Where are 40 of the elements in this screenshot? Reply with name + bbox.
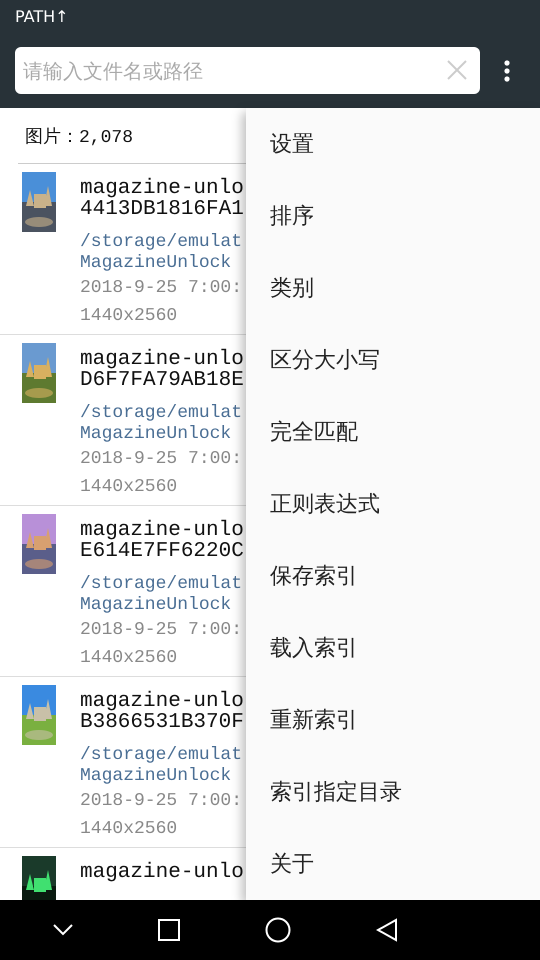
image-size: 1440x2560: [80, 305, 178, 328]
menu-item[interactable]: 正则表达式: [246, 468, 540, 540]
file-date: 2018-9-25 7:00:: [80, 277, 244, 300]
menu-item[interactable]: 关于: [246, 828, 540, 900]
file-name: magazine-unlo: [80, 862, 244, 883]
menu-item[interactable]: 保存索引: [246, 540, 540, 612]
image-size: 1440x2560: [80, 647, 178, 670]
menu-item[interactable]: 载入索引: [246, 612, 540, 684]
file-name: magazine-unlo 4413DB1816FA1: [80, 178, 244, 220]
menu-item[interactable]: 区分大小写: [246, 324, 540, 396]
file-date: 2018-9-25 7:00:: [80, 448, 244, 471]
file-row[interactable]: magazine-unlo 4413DB1816FA1 /storage/emulat MagazineUnlock 2018-9-25 7:00: 1440x2560: [0, 164, 246, 335]
menu-item[interactable]: 完全匹配: [246, 396, 540, 468]
app-title: PATH↑: [15, 6, 69, 28]
home-icon[interactable]: [264, 917, 290, 943]
menu-item[interactable]: 设置: [246, 108, 540, 180]
image-size: 1440x2560: [80, 476, 178, 499]
file-path: /storage/emulat MagazineUnlock: [80, 403, 244, 445]
file-path: /storage/emulat MagazineUnlock: [80, 745, 244, 787]
file-row[interactable]: magazine-unlo E614E7FF6220C /storage/emulat MagazineUnlock 2018-9-25 7:00: 1440x2560: [0, 506, 246, 677]
menu-item[interactable]: 类别: [246, 252, 540, 324]
square-icon[interactable]: [158, 919, 180, 941]
file-row[interactable]: magazine-unlo D6F7FA79AB18E /storage/emulat MagazineUnlock 2018-9-25 7:00: 1440x2560: [0, 335, 246, 506]
back-icon[interactable]: [376, 918, 398, 942]
image-size: 1440x2560: [80, 818, 178, 841]
file-row[interactable]: magazine-unlo B3866531B370F /storage/emulat MagazineUnlock 2018-9-25 7:00: 1440x2560: [0, 677, 246, 848]
file-name: magazine-unlo D6F7FA79AB18E: [80, 349, 244, 391]
file-date: 2018-9-25 7:00:: [80, 619, 244, 642]
search-field[interactable]: 请输入文件名或路径: [15, 47, 480, 94]
menu-item[interactable]: 索引指定目录: [246, 756, 540, 828]
file-name: magazine-unlo E614E7FF6220C: [80, 520, 244, 562]
image-count: 图片：2,078: [25, 126, 134, 148]
file-path: /storage/emulat MagazineUnlock: [80, 232, 244, 274]
file-name: magazine-unlo B3866531B370F: [80, 691, 244, 733]
menu-item[interactable]: 排序: [246, 180, 540, 252]
file-date: 2018-9-25 7:00:: [80, 790, 244, 813]
chevron-down-icon[interactable]: [52, 924, 72, 936]
menu-icon[interactable]: [504, 60, 510, 82]
menu-item[interactable]: 重新索引: [246, 684, 540, 756]
file-path: /storage/emulat MagazineUnlock: [80, 574, 244, 616]
